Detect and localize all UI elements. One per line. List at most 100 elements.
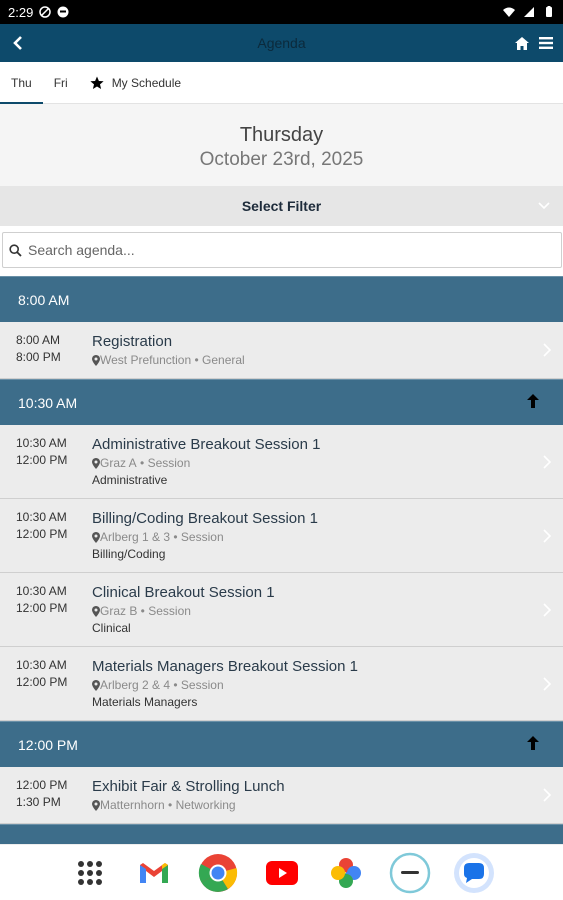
session-start: 8:00 AM: [16, 333, 61, 347]
session-location: Graz B: [100, 604, 138, 618]
gmail-icon[interactable]: [132, 851, 176, 895]
session-start: 10:30 AM: [16, 436, 67, 450]
time-group-header: 12:00 PM: [0, 721, 563, 767]
chevron-right-icon: [543, 454, 551, 469]
session-end: 12:00 PM: [16, 453, 68, 467]
location-pin-icon: [92, 680, 100, 691]
session-type: Session: [147, 456, 191, 470]
day-name: Thursday: [239, 124, 324, 146]
location-pin-icon: [92, 532, 100, 543]
do-not-disturb-icon: [39, 6, 52, 18]
session-title: Clinical Breakout Session 1: [92, 584, 275, 601]
app-circle-icon[interactable]: [388, 851, 432, 895]
day-header: Thursday October 23rd, 2025: [0, 104, 563, 186]
chevron-right-icon: [543, 788, 551, 802]
status-time: 2:29: [8, 4, 34, 20]
filter-label: Select Filter: [241, 198, 322, 214]
filter-dropdown[interactable]: Select Filter: [0, 186, 563, 226]
session-location: Graz A: [100, 456, 137, 470]
group-time: 12:00 PM: [18, 736, 78, 753]
shield-icon: [57, 6, 69, 18]
chevron-down-icon: [538, 202, 550, 210]
session-title: Administrative Breakout Session 1: [92, 436, 321, 453]
meta-separator: •: [164, 798, 176, 812]
location-pin-icon: [92, 606, 100, 617]
session-location: West Prefunction: [100, 353, 192, 367]
search-field[interactable]: [2, 232, 562, 268]
group-time: 8:00 AM: [18, 291, 70, 308]
battery-icon: [546, 6, 552, 17]
arrow-up-icon[interactable]: [527, 394, 539, 408]
session-title: Billing/Coding Breakout Session 1: [92, 510, 318, 527]
session-title: Exhibit Fair & Strolling Lunch: [92, 778, 285, 795]
tab-my-schedule[interactable]: My Schedule: [79, 62, 192, 104]
tab-fri[interactable]: Fri: [43, 62, 79, 104]
photos-icon[interactable]: [324, 851, 368, 895]
session-track: Billing/Coding: [92, 547, 166, 561]
session-location: Matternhorn: [100, 798, 165, 812]
session-row[interactable]: 10:30 AM 12:00 PM Materials Managers Brea…: [0, 647, 563, 721]
session-title: Registration: [92, 333, 173, 350]
tab-thu[interactable]: Thu: [0, 62, 43, 104]
tab-label: Thu: [11, 75, 32, 90]
meta-separator: •: [136, 456, 148, 470]
session-row[interactable]: 10:30 AM 12:00 PM Clinical Breakout Sessi…: [0, 573, 563, 647]
session-start: 10:30 AM: [16, 658, 67, 672]
youtube-icon[interactable]: [260, 851, 304, 895]
session-row[interactable]: 8:00 AM 8:00 PM Registration West Prefunc…: [0, 322, 563, 379]
session-row[interactable]: 12:00 PM 1:30 PM Exhibit Fair & Strolling…: [0, 767, 563, 824]
menu-icon[interactable]: [539, 37, 553, 49]
signal-icon: [524, 7, 534, 17]
location-pin-icon: [92, 800, 100, 811]
session-start: 10:30 AM: [16, 510, 67, 524]
meta-separator: •: [137, 604, 149, 618]
session-type: General: [202, 353, 245, 367]
session-type: Session: [148, 604, 191, 618]
session-end: 8:00 PM: [16, 350, 61, 364]
session-type: Session: [180, 678, 224, 692]
time-group-header: 10:30 AM: [0, 379, 563, 425]
group-time: 10:30 AM: [18, 394, 78, 411]
session-end: 12:00 PM: [16, 675, 68, 689]
search-input[interactable]: [28, 242, 528, 258]
chevron-right-icon: [543, 528, 551, 543]
agenda-list: 8:00 AM 8:00 AM 8:00 PM Registration West…: [0, 276, 563, 844]
session-title: Materials Managers Breakout Session 1: [92, 658, 358, 675]
meta-separator: •: [170, 530, 181, 544]
day-tabs: Thu Fri My Schedule: [0, 62, 563, 104]
location-pin-icon: [92, 355, 100, 366]
tab-label: Fri: [53, 75, 68, 90]
search-icon: [9, 243, 22, 257]
apps-grid-icon[interactable]: [68, 851, 112, 895]
chevron-right-icon: [543, 602, 551, 617]
back-button[interactable]: [0, 24, 36, 62]
session-location: Arlberg 2 & 4: [100, 678, 171, 692]
chevron-left-icon: [13, 36, 22, 50]
app-dock: [0, 844, 563, 900]
app-bar: Agenda: [0, 24, 563, 62]
session-track: Administrative: [92, 473, 168, 487]
session-type: Session: [180, 530, 224, 544]
session-track: Materials Managers: [92, 695, 198, 709]
chrome-icon[interactable]: [196, 851, 240, 895]
session-start: 10:30 AM: [16, 584, 67, 598]
session-location: Arlberg 1 & 3: [100, 530, 171, 544]
time-group-header: 8:00 AM: [0, 276, 563, 322]
page-title: Agenda: [257, 35, 306, 51]
session-end: 1:30 PM: [16, 795, 61, 809]
arrow-up-icon[interactable]: [527, 736, 539, 750]
chevron-right-icon: [543, 676, 551, 691]
location-pin-icon: [92, 458, 100, 469]
chevron-right-icon: [543, 343, 551, 357]
search-bar: [0, 226, 563, 276]
session-row[interactable]: 10:30 AM 12:00 PM Administrative Breakout…: [0, 425, 563, 499]
messages-icon[interactable]: [452, 851, 496, 895]
home-icon[interactable]: [515, 36, 529, 50]
wifi-icon: [503, 7, 515, 17]
session-row[interactable]: 10:30 AM 12:00 PM Billing/Coding Breakout…: [0, 499, 563, 573]
session-end: 12:00 PM: [16, 601, 68, 615]
day-date: October 23rd, 2025: [199, 149, 364, 170]
meta-separator: •: [191, 353, 203, 367]
star-icon: [90, 76, 104, 89]
session-start: 12:00 PM: [16, 778, 68, 792]
